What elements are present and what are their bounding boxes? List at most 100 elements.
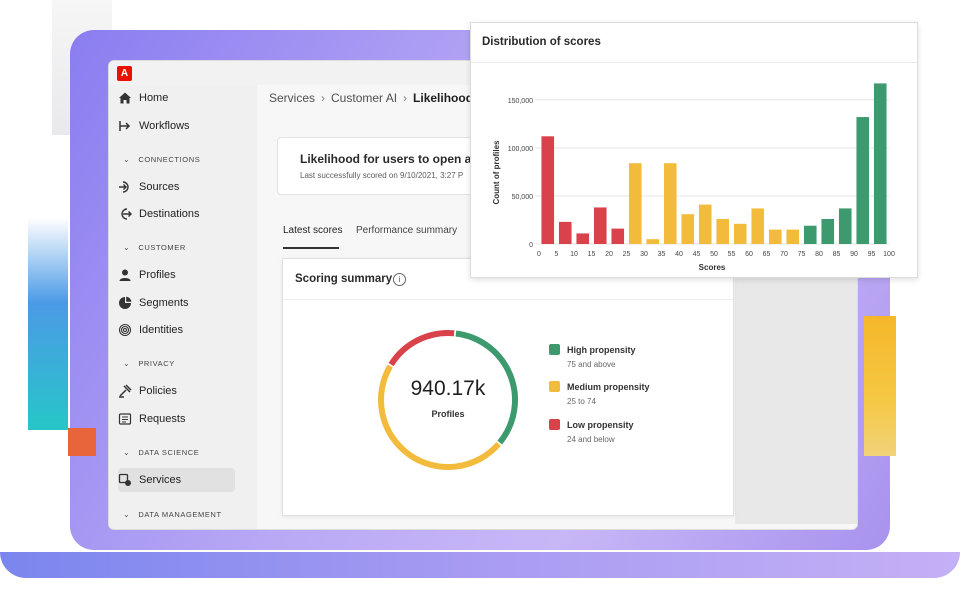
bar	[838, 208, 852, 244]
x-tick-label: 40	[675, 251, 683, 258]
sidebar-item-label: Sources	[139, 181, 180, 193]
sidebar-item-policies[interactable]: Policies	[118, 379, 246, 403]
active-tab-indicator	[283, 247, 339, 249]
y-tick-label: 100,000	[508, 146, 533, 153]
yellow-bar-decoration	[864, 316, 896, 456]
sidebar: Home Workflows ⌄ CONNECTIONS Sources Dest…	[109, 85, 257, 529]
bar	[751, 208, 765, 244]
score-distribution-chart: 0 50,000 100,000 150,000 0 5 10 15 20 25 30 35 40 45 5…	[492, 83, 895, 272]
sidebar-item-segments[interactable]: Segments	[118, 291, 246, 315]
bar	[663, 163, 677, 244]
x-tick-label: 20	[605, 251, 613, 258]
x-tick-label: 35	[658, 251, 666, 258]
adobe-logo[interactable]: A	[117, 66, 132, 81]
x-tick-label: 60	[745, 251, 753, 258]
sidebar-item-profiles[interactable]: Profiles	[118, 263, 246, 287]
donut-segment-low-propensity	[388, 330, 455, 367]
x-tick-label: 85	[833, 251, 841, 258]
total-profiles-value: 940.17k	[410, 377, 486, 400]
tab-latest-scores[interactable]: Latest scores	[283, 225, 342, 249]
sidebar-item-sources[interactable]: Sources	[118, 175, 246, 199]
legend-swatch	[549, 419, 560, 430]
tab-performance-summary[interactable]: Performance summary	[356, 225, 457, 236]
last-scored-text: Last successfully scored on 9/10/2021, 3…	[300, 171, 464, 180]
x-tick-label: 90	[850, 251, 858, 258]
bar	[611, 228, 625, 244]
distribution-title: Distribution of scores	[482, 36, 601, 48]
bar	[646, 239, 660, 244]
chevron-down-icon: ⌄	[123, 359, 131, 368]
blue-bar-decoration	[28, 218, 68, 430]
bar	[576, 233, 590, 244]
sidebar-item-requests[interactable]: Requests	[118, 407, 246, 431]
breadcrumb-item[interactable]: Services	[269, 91, 315, 105]
divider	[283, 299, 733, 300]
x-tick-label: 65	[763, 251, 771, 258]
bar	[593, 207, 607, 244]
sidebar-item-label: Destinations	[139, 208, 200, 220]
legend-range: 24 and below	[567, 435, 615, 444]
destinations-icon	[118, 207, 132, 221]
breadcrumb: Services › Customer AI › Likelihood fo	[269, 91, 488, 105]
bar	[628, 163, 642, 244]
legend-name: Medium propensity	[567, 382, 650, 392]
scoring-summary-card: Scoring summary i 940.17k Profiles High …	[282, 258, 734, 516]
bar	[681, 214, 695, 244]
section-customer[interactable]: ⌄ CUSTOMER	[123, 243, 186, 252]
x-tick-label: 5	[555, 251, 559, 258]
section-data-science[interactable]: ⌄ DATA SCIENCE	[123, 448, 199, 457]
model-title: Likelihood for users to open an	[300, 152, 479, 166]
bar	[821, 218, 835, 244]
legend-name: Low propensity	[567, 420, 634, 430]
sidebar-item-label: Segments	[139, 297, 189, 309]
chevron-down-icon: ⌄	[123, 243, 131, 252]
chevron-right-icon: ›	[321, 91, 326, 105]
chevron-right-icon: ›	[403, 91, 408, 105]
x-tick-label: 15	[588, 251, 596, 258]
sidebar-item-identities[interactable]: Identities	[118, 318, 246, 342]
x-tick-label: 25	[623, 251, 631, 258]
x-axis-label: Scores	[699, 263, 726, 272]
x-tick-label: 75	[798, 251, 806, 258]
bar	[873, 83, 887, 244]
chevron-down-icon: ⌄	[123, 510, 131, 519]
x-tick-label: 50	[710, 251, 718, 258]
x-tick-label: 55	[728, 251, 736, 258]
x-tick-label: 95	[868, 251, 876, 258]
profiles-icon	[118, 268, 132, 282]
legend-range: 25 to 74	[567, 397, 596, 406]
sidebar-item-label: Identities	[139, 324, 184, 336]
fingerprint-icon	[118, 323, 132, 337]
section-data-management[interactable]: ⌄ DATA MANAGEMENT	[123, 510, 222, 519]
summary-title: Scoring summary	[295, 273, 393, 285]
legend-name: High propensity	[567, 345, 636, 355]
y-tick-label: 150,000	[508, 98, 533, 105]
policies-icon	[118, 384, 132, 398]
legend-range: 75 and above	[567, 360, 616, 369]
section-connections[interactable]: ⌄ CONNECTIONS	[123, 155, 200, 164]
sources-icon	[118, 180, 132, 194]
legend-swatch	[549, 344, 560, 355]
sidebar-item-destinations[interactable]: Destinations	[118, 202, 246, 226]
segments-icon	[118, 296, 132, 310]
laptop-base-decoration	[0, 552, 960, 578]
bar	[698, 204, 712, 244]
x-tick-label: 45	[693, 251, 701, 258]
sidebar-item-home[interactable]: Home	[118, 86, 246, 110]
info-icon[interactable]: i	[393, 273, 406, 286]
bar	[733, 223, 747, 244]
bar	[541, 136, 555, 244]
chevron-down-icon: ⌄	[123, 155, 131, 164]
sidebar-item-label: Workflows	[139, 120, 190, 132]
sidebar-item-workflows[interactable]: Workflows	[118, 114, 246, 138]
orange-block-decoration	[68, 428, 96, 456]
bar	[856, 117, 870, 244]
section-privacy[interactable]: ⌄ PRIVACY	[123, 359, 175, 368]
x-tick-label: 80	[815, 251, 823, 258]
sidebar-item-services[interactable]: Services	[118, 468, 235, 492]
model-header-card: Likelihood for users to open an Last suc…	[277, 137, 499, 195]
sidebar-item-label: Services	[139, 474, 182, 486]
distribution-card: Distribution of scores 0 50,000 100,000 150…	[470, 22, 918, 278]
breadcrumb-item[interactable]: Customer AI	[331, 91, 397, 105]
x-tick-label: 0	[537, 251, 541, 258]
